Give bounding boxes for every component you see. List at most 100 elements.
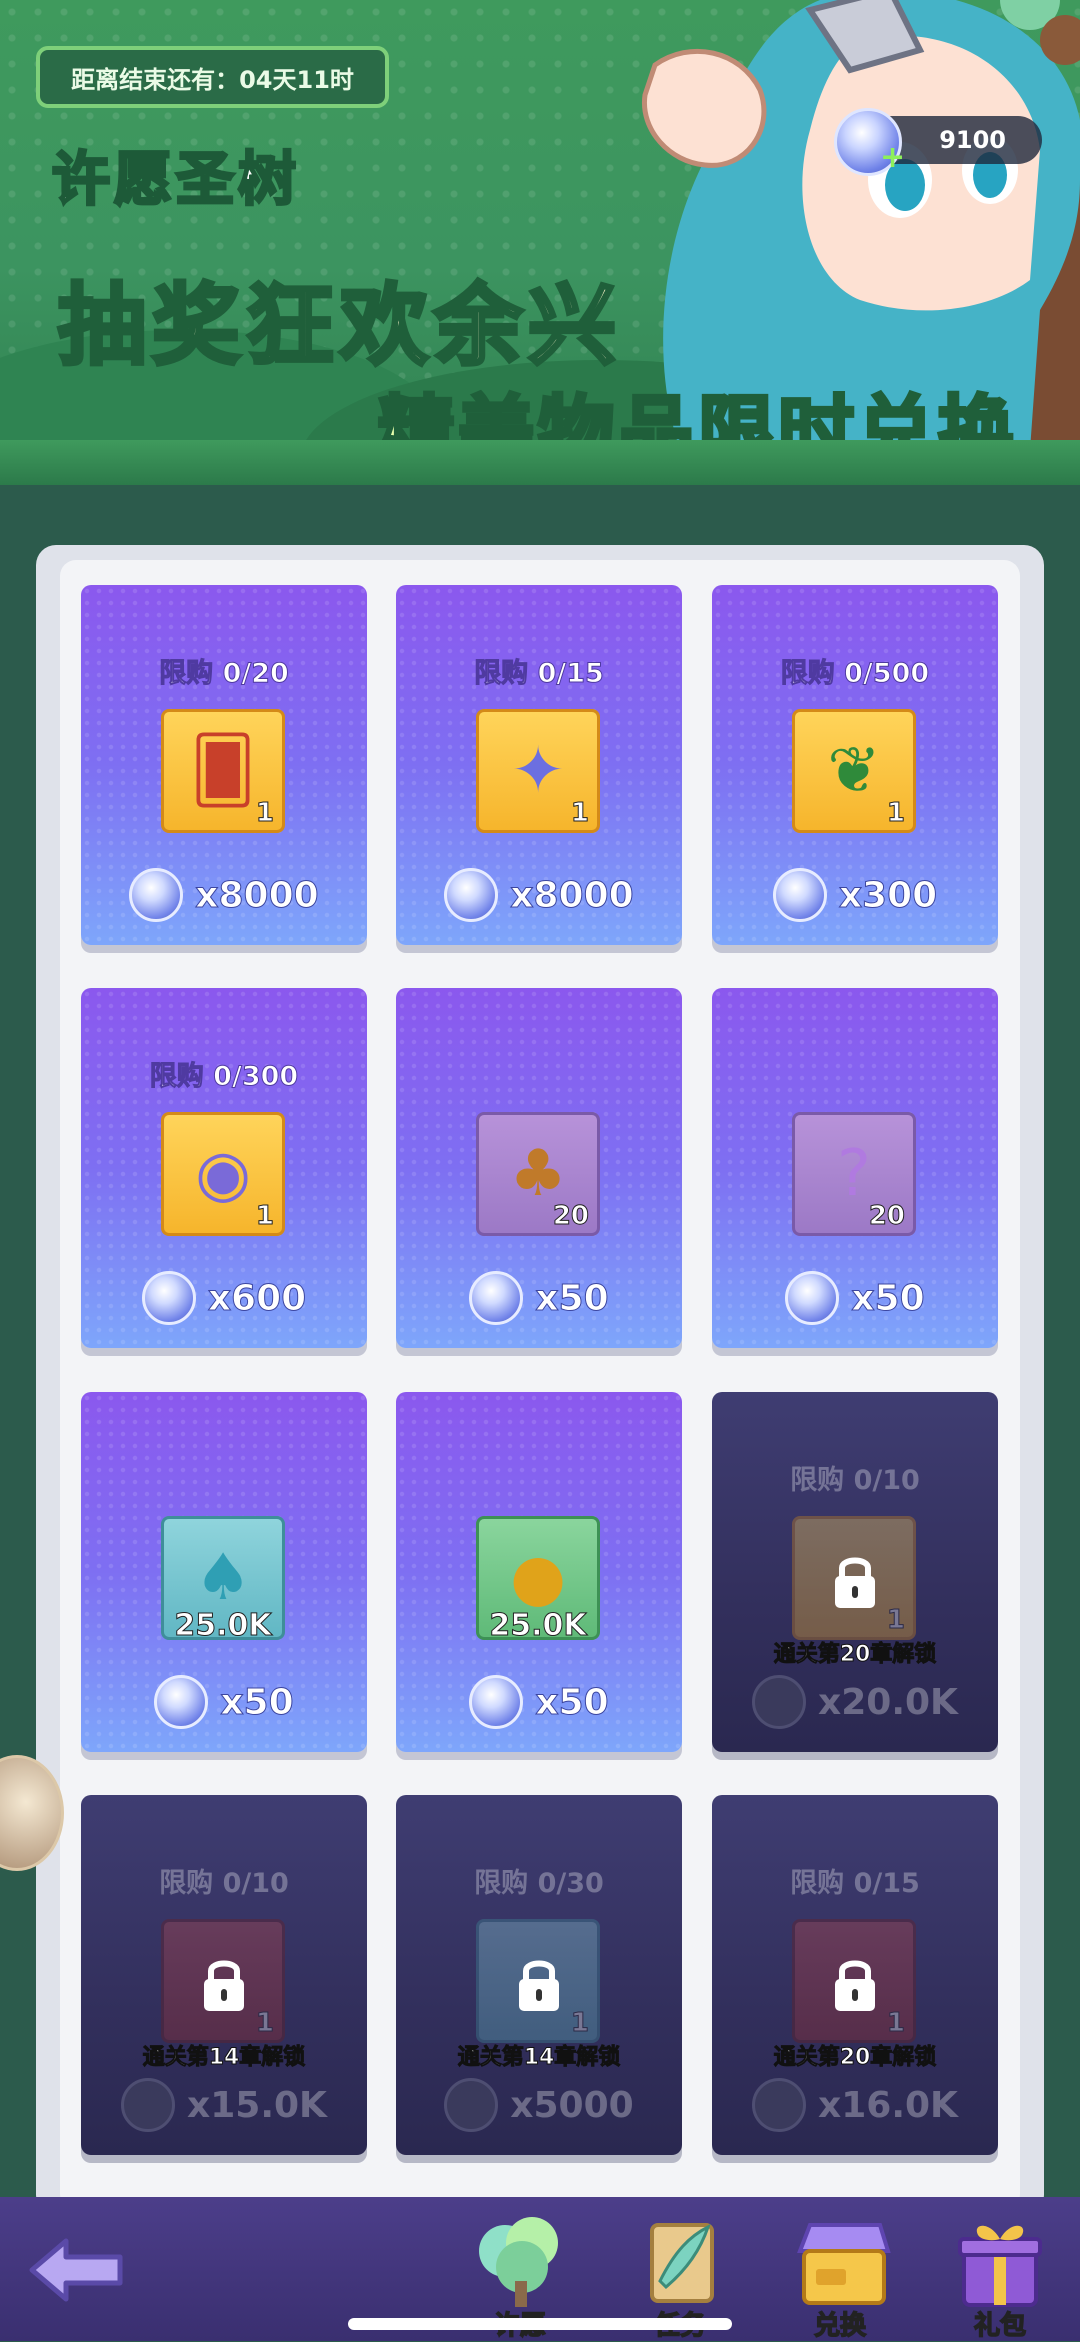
unlock-requirement: 通关第20章解锁 — [773, 1642, 937, 1668]
purchase-limit: 限购 0/15 — [474, 658, 605, 690]
item-quantity: 1 — [570, 798, 589, 829]
price-button[interactable]: x50 — [396, 1672, 682, 1732]
lock-icon — [835, 1960, 875, 2011]
tab-quests[interactable]: 任务 — [610, 2203, 750, 2342]
item-thumbnail: ♠ 25.0K — [161, 1516, 285, 1644]
wish-coin-icon — [444, 868, 499, 922]
item-thumbnail: ◉ 1 — [161, 1112, 285, 1236]
lock-overlay: 通关第20章解锁 — [712, 1945, 998, 2071]
shop-item-card-locked[interactable]: 限购 0/30 1 通关第14章解锁 x5000 — [396, 1795, 682, 2155]
wish-coin-icon — [129, 868, 184, 922]
purchase-limit: 限购 0/10 — [159, 1868, 289, 1899]
price-amount: x5000 — [510, 2084, 634, 2126]
item-thumbnail: ● 25.0K — [476, 1516, 600, 1644]
lock-overlay: 通关第14章解锁 — [396, 1945, 682, 2071]
shop-item-card-locked[interactable]: 限购 0/10 1 通关第14章解锁 x15.0K — [81, 1795, 367, 2155]
price-amount: x8000 — [195, 874, 319, 916]
price-button[interactable]: x5000 — [396, 2075, 682, 2135]
price-amount: x8000 — [510, 874, 634, 916]
price-button[interactable]: x50 — [396, 1268, 682, 1328]
wish-coin-icon — [121, 2078, 176, 2132]
price-amount: x16.0K — [818, 2084, 958, 2126]
tab-gifts[interactable]: 礼包 — [930, 2203, 1070, 2342]
price-button[interactable]: x20.0K — [712, 1672, 998, 1732]
shop-item-card[interactable]: 限购 0/15 ✦ 1 x8000 — [396, 585, 682, 945]
unlock-requirement: 通关第20章解锁 — [773, 2045, 937, 2071]
wish-coin-icon — [469, 1271, 524, 1325]
price-amount: x300 — [838, 874, 938, 916]
price-amount: x600 — [207, 1277, 307, 1319]
price-button[interactable]: x8000 — [396, 865, 682, 925]
tab-exchange-label: 兑换 — [813, 2310, 867, 2342]
currency-amount: 9100 — [939, 126, 1006, 154]
shop-item-card-locked[interactable]: 限购 0/10 1 通关第20章解锁 x20.0K — [712, 1392, 998, 1752]
purchase-limit: 限购 0/10 — [790, 1465, 920, 1496]
event-title: 许愿圣树 — [50, 144, 301, 215]
wish-coin-icon — [752, 1675, 807, 1729]
tab-wish[interactable]: 许愿 — [450, 2203, 590, 2342]
add-currency-icon[interactable]: + — [880, 140, 905, 175]
item-quantity: 1 — [886, 798, 905, 829]
price-button[interactable]: x15.0K — [81, 2075, 367, 2135]
quest-scroll-icon — [650, 2223, 714, 2303]
item-quantity: 25.0K — [489, 1608, 587, 1644]
unlock-requirement: 通关第14章解锁 — [457, 2045, 621, 2071]
purchase-limit: 限购 0/300 — [149, 1061, 299, 1093]
shop-item-card[interactable]: 限购 0/300 ◉ 1 x600 — [81, 988, 367, 1348]
shop-item-card[interactable]: ? 20 x50 — [712, 988, 998, 1348]
tab-exchange[interactable]: 兑换 — [770, 2203, 910, 2342]
item-thumbnail: ✦ 1 — [476, 709, 600, 833]
price-button[interactable]: x50 — [81, 1672, 367, 1732]
event-banner: 距离结束还有：04天11时 许愿圣树 抽奖狂欢余兴 精美物品限时兑换 + 910… — [0, 0, 1080, 485]
price-amount: x50 — [220, 1681, 294, 1723]
price-amount: x20.0K — [818, 1681, 958, 1723]
home-indicator — [348, 2318, 732, 2330]
price-amount: x50 — [535, 1277, 609, 1319]
item-thumbnail: ? 20 — [792, 1112, 916, 1236]
purchase-limit: 限购 0/500 — [780, 658, 930, 690]
event-timer: 距离结束还有：04天11时 — [36, 46, 389, 108]
lock-icon — [204, 1960, 244, 2011]
price-amount: x50 — [535, 1681, 609, 1723]
shop-item-card[interactable]: 限购 0/20 🂠 1 x8000 — [81, 585, 367, 945]
price-amount: x15.0K — [187, 2084, 327, 2126]
headline: 抽奖狂欢余兴 — [56, 272, 623, 379]
lock-overlay: 通关第20章解锁 — [712, 1542, 998, 1668]
price-button[interactable]: x8000 — [81, 865, 367, 925]
item-quantity: 1 — [255, 1201, 274, 1232]
price-button[interactable]: x300 — [712, 865, 998, 925]
back-arrow-icon[interactable] — [26, 2235, 126, 2305]
price-button[interactable]: x50 — [712, 1268, 998, 1328]
wish-tree-icon — [479, 2217, 558, 2307]
price-button[interactable]: x600 — [81, 1268, 367, 1328]
wish-coin-icon — [772, 868, 827, 922]
lock-icon — [835, 1557, 875, 1608]
shop-item-card[interactable]: ♠ 25.0K x50 — [81, 1392, 367, 1752]
item-thumbnail: ❦ 1 — [792, 709, 916, 833]
item-thumbnail: ♣ 20 — [476, 1112, 600, 1236]
purchase-limit: 限购 0/30 — [474, 1868, 604, 1899]
shop-item-card[interactable]: 限购 0/500 ❦ 1 x300 — [712, 585, 998, 945]
currency-balance[interactable]: + 9100 — [834, 108, 1042, 176]
wish-coin-icon — [141, 1271, 196, 1325]
item-quantity: 20 — [868, 1201, 905, 1232]
wish-coin-icon — [469, 1675, 524, 1729]
item-thumbnail: 🂠 1 — [161, 709, 285, 833]
wish-coin-icon — [785, 1271, 840, 1325]
shop-item-card-locked[interactable]: 限购 0/15 1 通关第20章解锁 x16.0K — [712, 1795, 998, 2155]
wish-coin-icon — [154, 1675, 209, 1729]
price-button[interactable]: x16.0K — [712, 2075, 998, 2135]
item-quantity: 20 — [552, 1201, 589, 1232]
purchase-limit: 限购 0/20 — [159, 658, 290, 690]
shop-item-card[interactable]: ● 25.0K x50 — [396, 1392, 682, 1752]
shop-item-card[interactable]: ♣ 20 x50 — [396, 988, 682, 1348]
item-quantity: 1 — [255, 798, 274, 829]
tab-gifts-label: 礼包 — [973, 2310, 1027, 2342]
gift-box-icon — [958, 2225, 1042, 2307]
wish-coin-icon — [444, 2078, 499, 2132]
price-amount: x50 — [851, 1277, 925, 1319]
wish-coin-icon — [752, 2078, 807, 2132]
lock-overlay: 通关第14章解锁 — [81, 1945, 367, 2071]
shop-icon — [797, 2223, 891, 2305]
item-quantity: 25.0K — [174, 1608, 272, 1644]
